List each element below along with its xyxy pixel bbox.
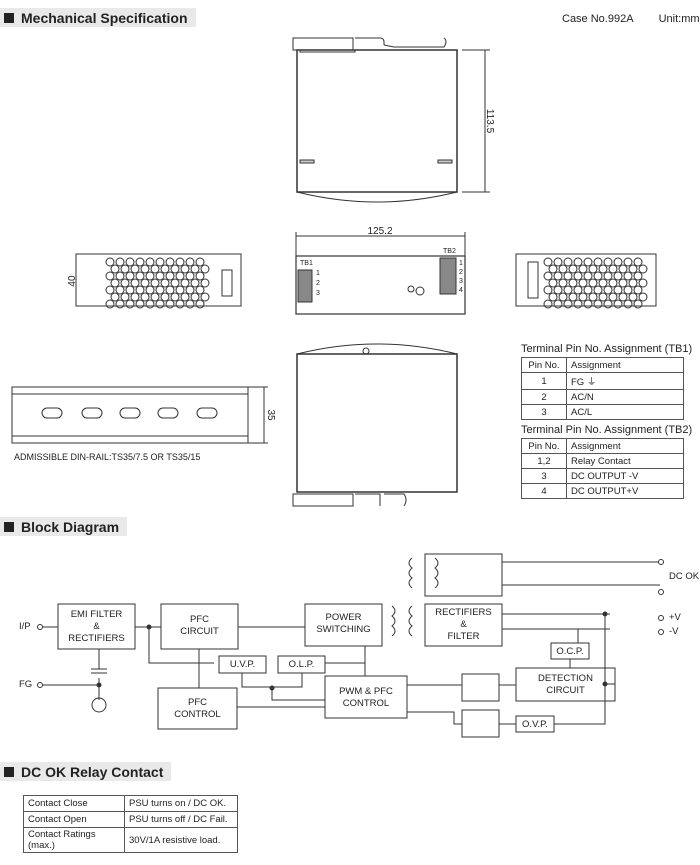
relay-table: Contact Close PSU turns on / DC OK. Conta… [23,795,238,853]
uvp-label: U.V.P. [229,659,256,670]
block-labels: I/P FG DC OK +V -V EMI FILTER & RECTIFIERS… [0,0,700,865]
table-row: Contact Ratings (max.) 30V/1A resistive l… [23,827,238,853]
power-switching-label: POWER SWITCHING [316,612,371,635]
olp-label: O.L.P. [288,659,315,670]
dcok-label: DC OK [669,571,700,582]
vplus-label: +V [669,612,681,623]
emi-label: EMI FILTER & RECTIFIERS [68,609,125,644]
ip-label: I/P [19,621,31,632]
pfc-circuit-label: PFC CIRCUIT [180,614,219,637]
relay-key: Contact Close [23,795,125,812]
relay-key: Contact Ratings (max.) [23,827,125,853]
rectifiers-label: RECTIFIERS & FILTER [435,607,492,642]
pwm-label: PWM & PFC CONTROL [339,686,393,709]
vminus-label: -V [669,626,679,637]
fg-label: FG [19,679,33,690]
table-row: Contact Open PSU turns off / DC Fail. [23,811,238,828]
relay-value: 30V/1A resistive load. [124,827,238,853]
ocp-label: O.C.P. [556,646,584,657]
relay-value: PSU turns on / DC OK. [124,795,238,812]
relay-key: Contact Open [23,811,125,828]
detection-label: DETECTION CIRCUIT [538,673,593,696]
pfc-control-label: PFC CONTROL [174,697,221,720]
ovp-label: O.V.P. [522,719,548,730]
relay-value: PSU turns off / DC Fail. [124,811,238,828]
table-row: Contact Close PSU turns on / DC OK. [23,795,238,812]
